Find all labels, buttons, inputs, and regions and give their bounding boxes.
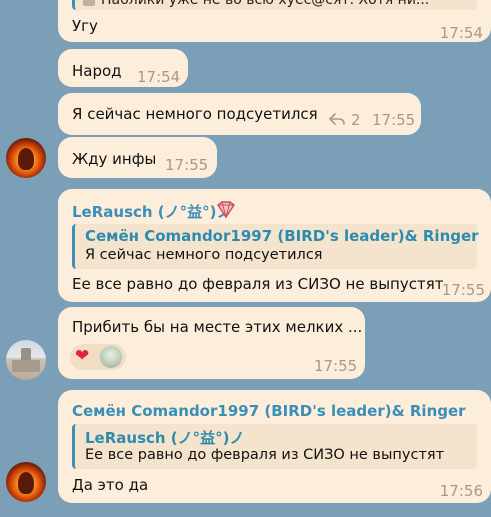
avatar[interactable] [6, 340, 46, 380]
quote-thumbnail [83, 0, 95, 6]
message-text: Прибить бы на месте этих мелких ... [72, 318, 363, 336]
reactor-avatar [100, 346, 122, 368]
message-text: Угу [72, 17, 98, 35]
message-time: 17:54 [439, 24, 483, 42]
quote-sender: Семён Comandor1997 (BIRD's leader)& Ring… [85, 227, 479, 245]
message-time: 17:55 [441, 281, 485, 299]
reply-arrow-icon[interactable] [329, 111, 345, 125]
message-time: 17:54 [137, 68, 181, 86]
message-text: Жду инфы [72, 150, 157, 168]
avatar[interactable] [6, 138, 46, 178]
message-bubble[interactable]: Жду инфы 17:55 [58, 137, 217, 178]
message-time: 17:55 [372, 111, 416, 129]
quote-text: Паблики уже не во всю хуес@сят. Хотя ни.… [101, 0, 430, 8]
message-bubble[interactable]: Паблики уже не во всю хуес@сят. Хотя ни.… [58, 0, 491, 42]
reply-quote[interactable]: Паблики уже не во всю хуес@сят. Хотя ни.… [72, 0, 477, 10]
message-bubble[interactable]: Семён Comandor1997 (BIRD's leader)& Ring… [58, 390, 491, 503]
message-text: Я сейчас немного подсуетился [72, 105, 318, 123]
avatar[interactable] [6, 462, 46, 502]
quote-text: Ее все равно до февраля из СИЗО не выпус… [85, 447, 445, 463]
message-time: 17:55 [314, 357, 358, 375]
message-text: Ее все равно до февраля из СИЗО не выпус… [72, 275, 444, 293]
message-bubble[interactable]: LeRausch (ノ°益°)ノ Семён Comandor1997 (BIR… [58, 189, 491, 302]
message-time: 17:55 [165, 156, 209, 174]
reply-quote[interactable]: Семён Comandor1997 (BIRD's leader)& Ring… [72, 224, 479, 269]
message-time: 17:56 [439, 482, 483, 500]
sender-name[interactable]: LeRausch (ノ°益°)ノ [72, 201, 232, 222]
reply-quote[interactable]: LeRausch (ノ°益°)ノ Ее все равно до февраля… [72, 424, 477, 469]
sender-name[interactable]: Семён Comandor1997 (BIRD's leader)& Ring… [72, 402, 466, 420]
sticker-icon [215, 201, 237, 219]
message-text: Народ [72, 62, 122, 80]
message-bubble[interactable]: Прибить бы на месте этих мелких ... ❤ 17… [58, 307, 365, 379]
quote-text: Я сейчас немного подсуетился [85, 247, 323, 263]
message-bubble[interactable]: Народ 17:54 [58, 49, 188, 87]
message-text: Да это да [72, 476, 149, 494]
reaction-badge[interactable]: ❤ [70, 344, 126, 370]
reply-count[interactable]: 2 [351, 111, 361, 129]
heart-icon: ❤ [75, 346, 90, 366]
message-bubble[interactable]: Я сейчас немного подсуетился 2 17:55 [58, 93, 421, 135]
quote-sender: LeRausch (ノ°益°)ノ [85, 429, 245, 447]
